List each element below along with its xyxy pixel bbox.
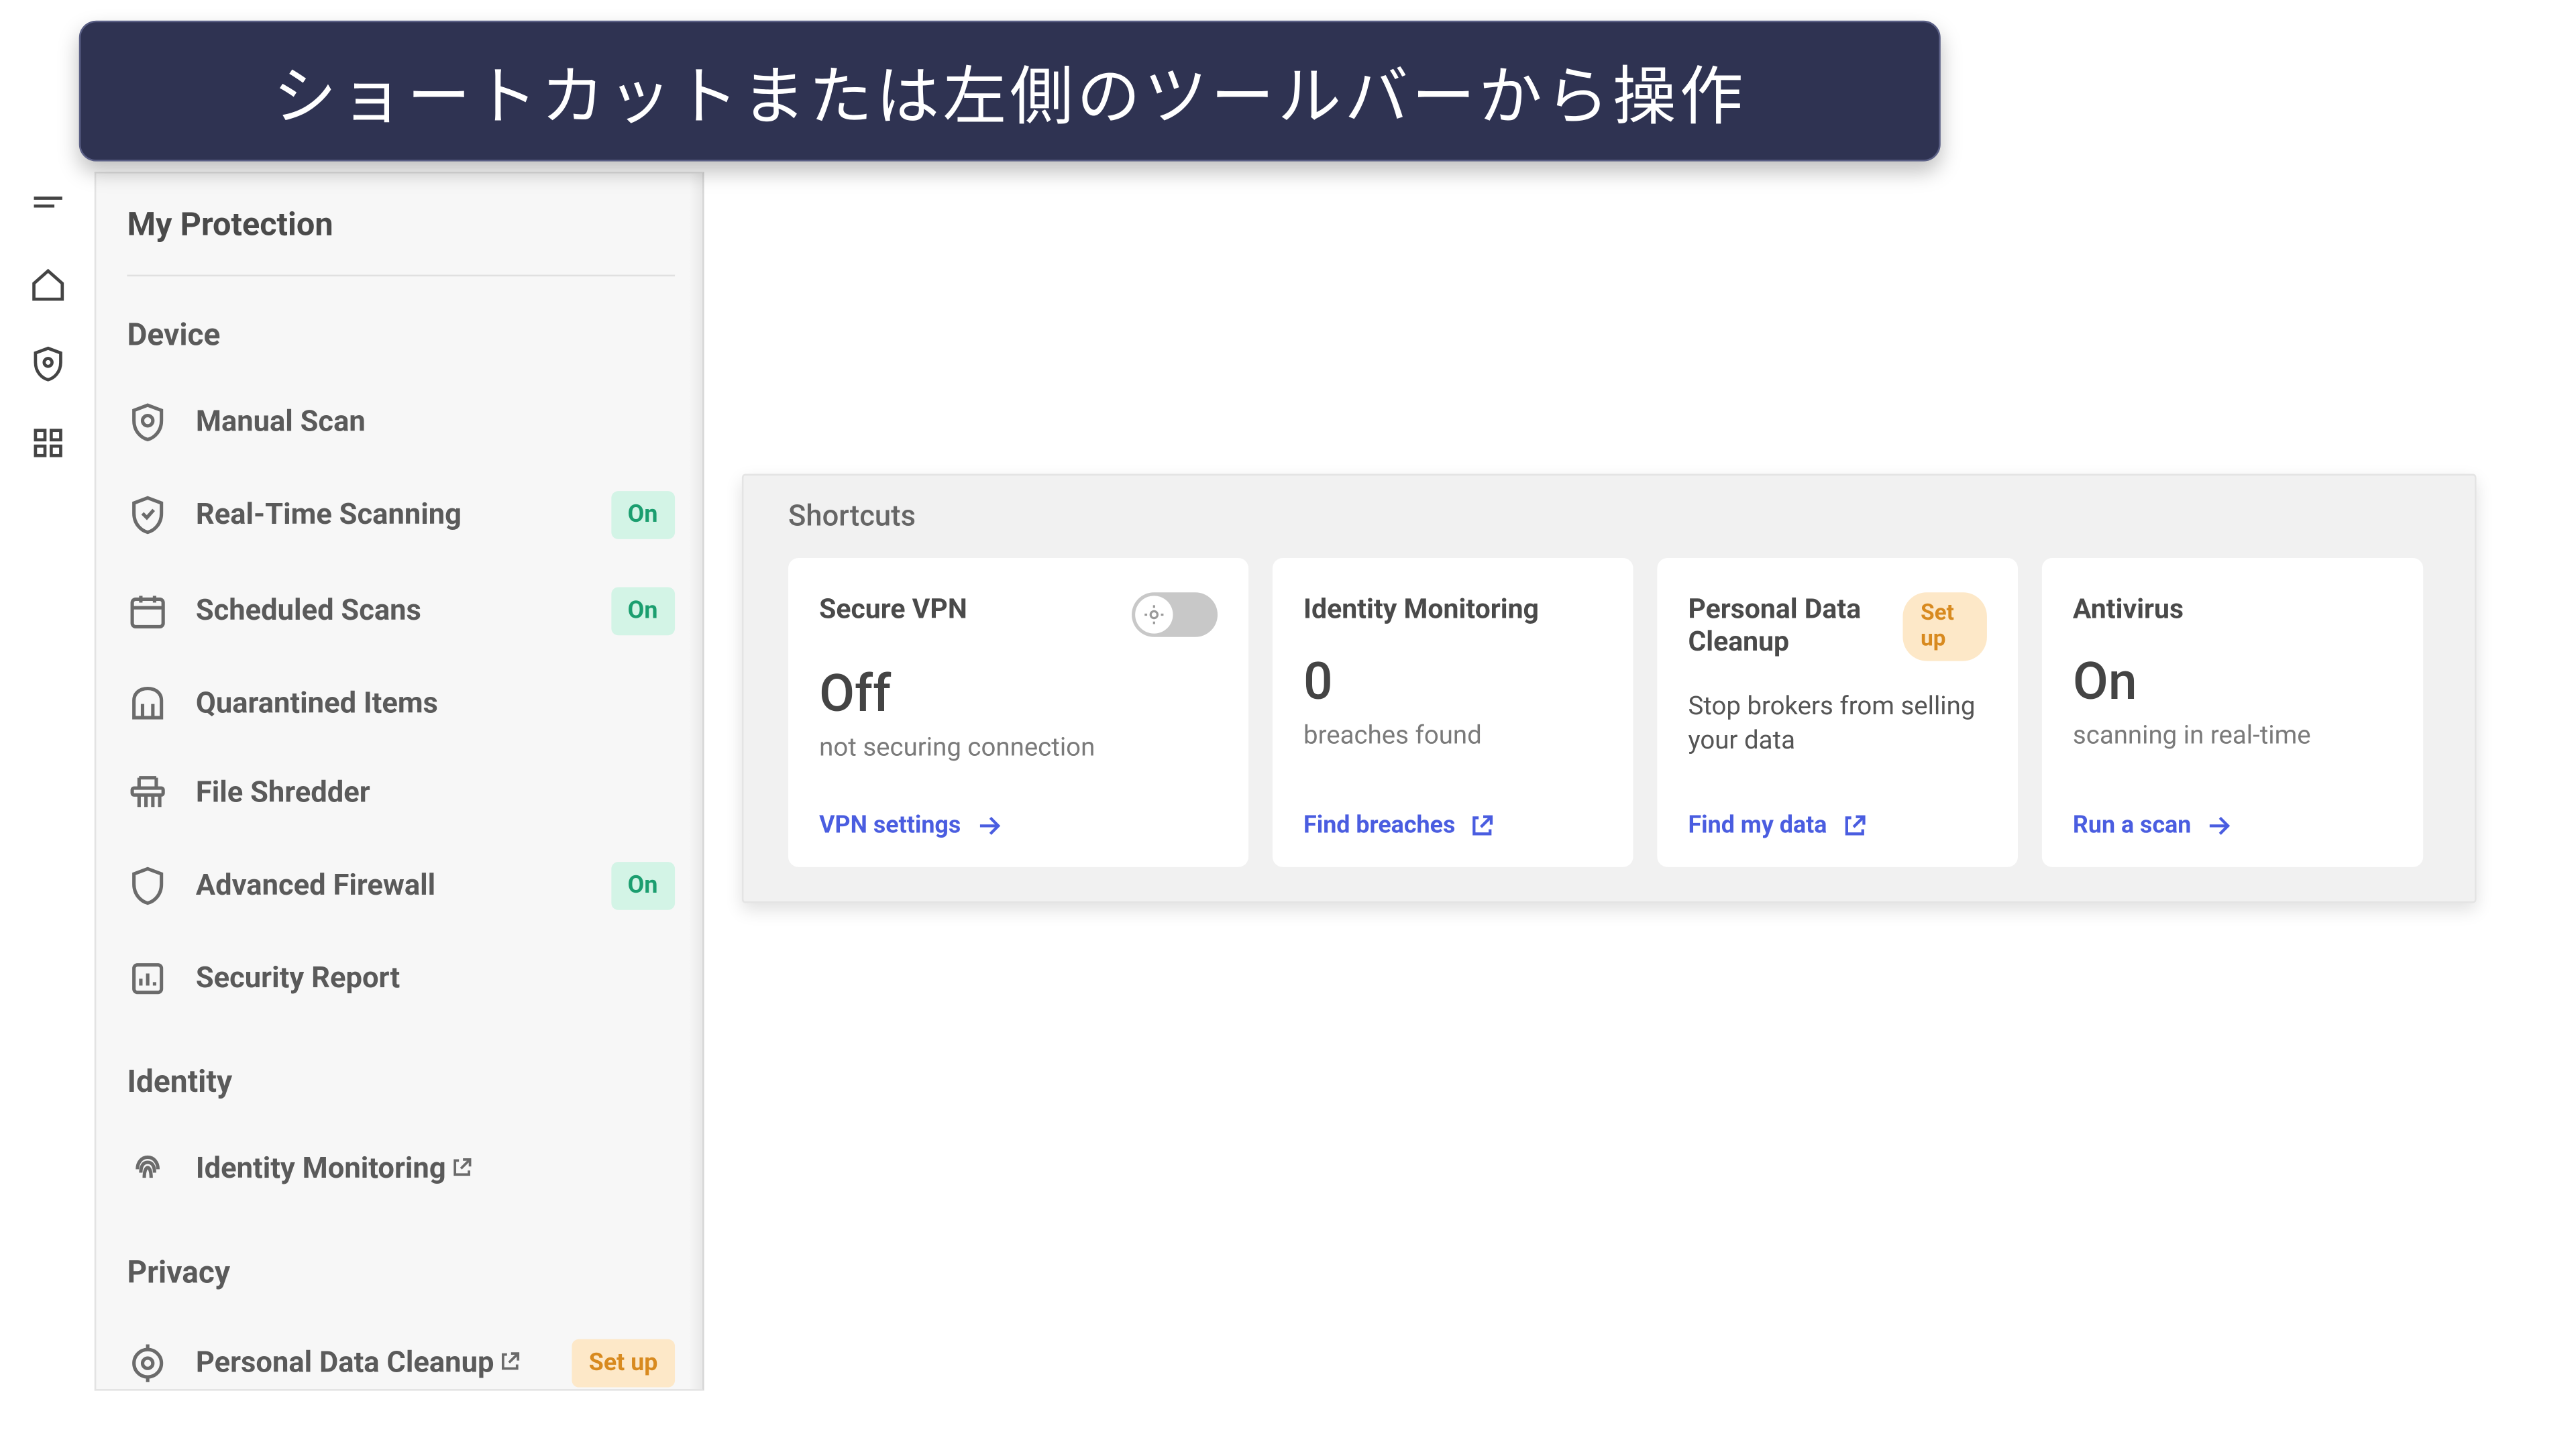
nav-security-report[interactable]: Security Report bbox=[127, 934, 675, 1023]
nav-file-shredder[interactable]: File Shredder bbox=[127, 748, 675, 838]
banner-text: ショートカットまたは左側のツールバーから操作 bbox=[273, 45, 1746, 137]
status-badge-on: On bbox=[610, 491, 675, 539]
card-secure-vpn: Secure VPN Off not securing connection V… bbox=[788, 558, 1248, 867]
nav-label: Scheduled Scans bbox=[196, 594, 583, 628]
link-text: Find breaches bbox=[1303, 812, 1455, 840]
data-cleanup-icon bbox=[127, 1343, 168, 1384]
link-text: Find my data bbox=[1688, 812, 1827, 840]
nav-label: Quarantined Items bbox=[196, 687, 675, 721]
shortcuts-row: Secure VPN Off not securing connection V… bbox=[788, 558, 2444, 867]
section-identity-header: Identity bbox=[127, 1064, 675, 1101]
nav-label: Advanced Firewall bbox=[196, 869, 583, 903]
section-privacy-header: Privacy bbox=[127, 1255, 675, 1291]
sidebar-scroll-hint bbox=[689, 174, 702, 1389]
sidebar-title: My Protection bbox=[127, 205, 675, 277]
sidebar-panel: My Protection Device Manual Scan Real-Ti… bbox=[95, 172, 704, 1391]
external-link-icon bbox=[449, 1154, 474, 1178]
card-stat: Off bbox=[819, 665, 1218, 725]
card-description: Stop brokers from selling your data bbox=[1688, 689, 1986, 778]
toggle-knob-icon bbox=[1135, 596, 1173, 633]
card-sub: breaches found bbox=[1303, 720, 1602, 775]
grid-icon[interactable] bbox=[24, 419, 72, 467]
find-breaches-link[interactable]: Find breaches bbox=[1303, 812, 1602, 840]
quarantine-icon bbox=[127, 683, 168, 724]
card-sub: scanning in real-time bbox=[2073, 720, 2392, 775]
shredder-icon bbox=[127, 773, 168, 814]
status-badge-setup: Set up bbox=[572, 1339, 675, 1388]
card-title: Personal Data Cleanup bbox=[1688, 592, 1903, 657]
nav-label: Personal Data Cleanup bbox=[196, 1346, 544, 1380]
card-sub: not securing connection bbox=[819, 732, 1218, 775]
link-text: VPN settings bbox=[819, 812, 961, 840]
card-title: Antivirus bbox=[2073, 592, 2184, 625]
nav-realtime-scanning[interactable]: Real-Time Scanning On bbox=[127, 467, 675, 563]
card-personal-data-cleanup: Personal Data Cleanup Set up Stop broker… bbox=[1657, 558, 2018, 867]
setup-pill[interactable]: Set up bbox=[1904, 592, 1987, 661]
find-my-data-link[interactable]: Find my data bbox=[1688, 812, 1986, 840]
nav-scheduled-scans[interactable]: Scheduled Scans On bbox=[127, 563, 675, 659]
nav-label: Manual Scan bbox=[196, 405, 675, 439]
nav-personal-data-cleanup[interactable]: Personal Data Cleanup Set up bbox=[127, 1315, 675, 1391]
nav-label: Real-Time Scanning bbox=[196, 498, 583, 532]
firewall-shield-icon bbox=[127, 865, 168, 906]
rail-nav bbox=[24, 172, 89, 467]
shield-gear-icon[interactable] bbox=[24, 340, 72, 388]
report-icon bbox=[127, 958, 168, 999]
section-device-header: Device bbox=[127, 318, 675, 354]
card-title: Identity Monitoring bbox=[1303, 592, 1539, 625]
card-stat: 0 bbox=[1303, 653, 1602, 713]
arrow-right-icon bbox=[975, 812, 1002, 840]
nav-quarantine[interactable]: Quarantined Items bbox=[127, 659, 675, 748]
run-scan-link[interactable]: Run a scan bbox=[2073, 812, 2392, 840]
nav-identity-monitoring[interactable]: Identity Monitoring bbox=[127, 1125, 675, 1214]
status-badge-on: On bbox=[610, 588, 675, 636]
shortcuts-panel: Shortcuts Secure VPN Off not securing co… bbox=[742, 474, 2477, 903]
menu-icon[interactable] bbox=[24, 182, 72, 230]
link-text: Run a scan bbox=[2073, 812, 2191, 840]
nav-manual-scan[interactable]: Manual Scan bbox=[127, 378, 675, 467]
external-link-icon bbox=[1469, 812, 1497, 840]
card-identity-monitoring: Identity Monitoring 0 breaches found Fin… bbox=[1273, 558, 1633, 867]
nav-label: Identity Monitoring bbox=[196, 1152, 675, 1186]
card-antivirus: Antivirus On scanning in real-time Run a… bbox=[2042, 558, 2423, 867]
calendar-icon bbox=[127, 591, 168, 632]
instruction-banner: ショートカットまたは左側のツールバーから操作 bbox=[79, 21, 1941, 162]
vpn-toggle[interactable] bbox=[1132, 592, 1218, 637]
vpn-settings-link[interactable]: VPN settings bbox=[819, 812, 1218, 840]
home-icon[interactable] bbox=[24, 261, 72, 309]
status-badge-on: On bbox=[610, 862, 675, 910]
shortcuts-title: Shortcuts bbox=[788, 500, 2444, 534]
arrow-right-icon bbox=[2205, 812, 2233, 840]
card-stat: On bbox=[2073, 653, 2392, 713]
shield-scan-icon bbox=[127, 402, 168, 443]
card-title: Secure VPN bbox=[819, 592, 967, 625]
nav-label: Security Report bbox=[196, 962, 675, 996]
fingerprint-icon bbox=[127, 1149, 168, 1190]
nav-advanced-firewall[interactable]: Advanced Firewall On bbox=[127, 838, 675, 934]
external-link-icon bbox=[1841, 812, 1868, 840]
external-link-icon bbox=[498, 1348, 522, 1372]
nav-label: File Shredder bbox=[196, 776, 675, 810]
shield-check-icon bbox=[127, 494, 168, 535]
